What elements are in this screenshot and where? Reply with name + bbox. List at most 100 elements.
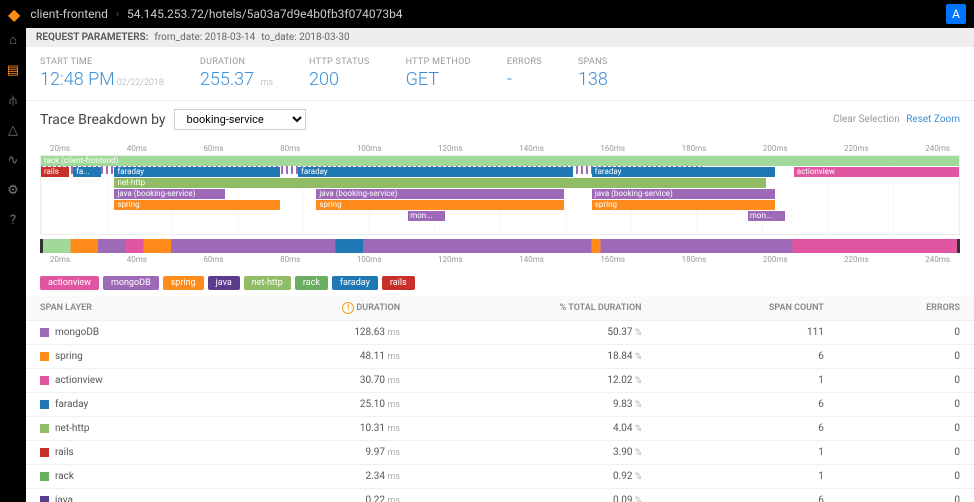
metric-spans: SPANS 138 xyxy=(578,57,608,90)
tick: 40ms xyxy=(127,144,147,153)
table-row[interactable]: faraday25.10 ms9.83 %60 xyxy=(26,393,974,417)
tag-faraday[interactable]: faraday xyxy=(332,276,378,290)
tick: 160ms xyxy=(600,144,625,153)
metric-duration: DURATION 255.37 ms xyxy=(200,57,273,90)
tag-actionview[interactable]: actionview xyxy=(40,276,99,290)
span-mon[interactable]: mon... xyxy=(408,211,445,221)
span-faraday[interactable]: faraday xyxy=(114,167,279,177)
span-layer-table: SPAN LAYER! DURATION% TOTAL DURATIONSPAN… xyxy=(26,296,974,502)
tick: 40ms xyxy=(127,255,147,264)
breakdown-select[interactable]: booking-service xyxy=(174,109,306,130)
tick: 180ms xyxy=(682,144,707,153)
table-row[interactable]: actionview30.70 ms12.02 %10 xyxy=(26,369,974,393)
trace-chart: 20ms 40ms 60ms 80ms 100ms 120ms 140ms 160ms 180m… xyxy=(26,138,974,270)
clear-selection[interactable]: Clear Selection xyxy=(833,114,900,125)
breadcrumb-app[interactable]: client-frontend xyxy=(30,7,108,21)
pulse-icon[interactable]: ∿ xyxy=(5,152,21,168)
span-fa[interactable]: fa... xyxy=(73,167,101,177)
alert-icon[interactable]: △ xyxy=(5,122,21,138)
request-params: REQUEST PARAMETERS: from_date: 2018-03-1… xyxy=(26,28,974,47)
chevron-right-icon: › xyxy=(116,9,119,20)
sidebar: ⌂ ▤ ⫛ △ ∿ ⚙ ? xyxy=(0,28,26,502)
tick: 220ms xyxy=(844,255,869,264)
tick: 20ms xyxy=(50,255,70,264)
span-nethttp[interactable]: net-http xyxy=(114,178,766,188)
main-content: REQUEST PARAMETERS: from_date: 2018-03-1… xyxy=(26,28,974,502)
span-actionview[interactable]: actionview xyxy=(794,167,959,177)
tick: 140ms xyxy=(519,255,544,264)
param-from: from_date: 2018-03-14 xyxy=(154,32,255,43)
table-row[interactable]: spring48.11 ms18.84 %60 xyxy=(26,345,974,369)
params-label: REQUEST PARAMETERS: xyxy=(36,32,148,43)
table-row[interactable]: rack2.34 ms0.92 %10 xyxy=(26,465,974,489)
span-java[interactable]: java (booking-service) xyxy=(592,189,776,199)
tick: 200ms xyxy=(763,144,788,153)
reset-zoom[interactable]: Reset Zoom xyxy=(906,114,960,125)
tag-java[interactable]: java xyxy=(208,276,240,290)
tag-mongoDB[interactable]: mongoDB xyxy=(103,276,159,290)
tick: 180ms xyxy=(682,255,707,264)
tag-rails[interactable]: rails xyxy=(382,276,415,290)
tick: 80ms xyxy=(280,255,300,264)
metric-start-time: START TIME 12:48 PM02/22/2018 xyxy=(40,57,164,90)
span-spring[interactable]: spring xyxy=(592,200,776,210)
span-spring[interactable]: spring xyxy=(114,200,279,210)
span-density-bar[interactable] xyxy=(40,239,960,253)
span-faraday[interactable]: faraday xyxy=(592,167,776,177)
breakdown-header: Trace Breakdown by booking-service Clear… xyxy=(26,101,974,138)
gantt-chart[interactable]: rack (client-frontend) rails fa... farad… xyxy=(40,155,960,235)
metric-errors: ERRORS - xyxy=(507,57,542,90)
breakdown-title: Trace Breakdown by xyxy=(40,112,166,128)
span-rack[interactable]: rack (client-frontend) xyxy=(41,156,959,166)
metrics-row: START TIME 12:48 PM02/22/2018 DURATION 2… xyxy=(26,47,974,101)
breadcrumb: client-frontend › 54.145.253.72/hotels/5… xyxy=(30,7,402,21)
tick: 200ms xyxy=(763,255,788,264)
table-row[interactable]: rails9.97 ms3.90 %10 xyxy=(26,441,974,465)
param-to: to_date: 2018-03-30 xyxy=(261,32,349,43)
branch-icon[interactable]: ⫛ xyxy=(5,92,21,108)
tick: 120ms xyxy=(438,255,463,264)
tick: 120ms xyxy=(438,144,463,153)
span-spring[interactable]: spring xyxy=(316,200,564,210)
metric-method: HTTP METHOD GET xyxy=(406,57,471,90)
help-icon[interactable]: ? xyxy=(5,212,21,228)
tick: 60ms xyxy=(203,255,223,264)
tick: 100ms xyxy=(357,255,382,264)
tick: 240ms xyxy=(925,144,950,153)
gear-icon[interactable]: ⚙ xyxy=(5,182,21,198)
tick: 20ms xyxy=(50,144,70,153)
tick: 140ms xyxy=(519,144,544,153)
span-java[interactable]: java (booking-service) xyxy=(316,189,564,199)
table-row[interactable]: mongoDB128.63 ms50.37 %1110 xyxy=(26,321,974,345)
col-header[interactable]: ! DURATION xyxy=(225,296,414,321)
span-java[interactable]: java (booking-service) xyxy=(114,189,224,199)
time-ticks-top: 20ms 40ms 60ms 80ms 100ms 120ms 140ms 160ms 180m… xyxy=(40,144,960,155)
layer-tags: actionview mongoDB spring java net-http rackf… xyxy=(26,270,974,296)
traces-icon[interactable]: ▤ xyxy=(5,62,21,78)
breadcrumb-path: 54.145.253.72/hotels/5a03a7d9e4b0fb3f074… xyxy=(127,7,403,21)
tag-rack[interactable]: rack xyxy=(295,276,328,290)
table-row[interactable]: java0.22 ms0.09 %60 xyxy=(26,489,974,502)
tick: 160ms xyxy=(600,255,625,264)
span-rails[interactable]: rails xyxy=(41,167,69,177)
tag-spring[interactable]: spring xyxy=(163,276,204,290)
tick: 60ms xyxy=(203,144,223,153)
tick: 240ms xyxy=(925,255,950,264)
time-ticks-bottom: 20ms 40ms 60ms 80ms 100ms 120ms 140ms 160ms 180m… xyxy=(40,255,960,266)
logo-icon: ◆ xyxy=(8,5,20,24)
table-row[interactable]: net-http10.31 ms4.04 %60 xyxy=(26,417,974,441)
topbar: ◆ client-frontend › 54.145.253.72/hotels… xyxy=(0,0,974,28)
col-header[interactable]: SPAN COUNT xyxy=(656,296,838,321)
tick: 220ms xyxy=(844,144,869,153)
span-mon[interactable]: mon... xyxy=(748,211,785,221)
tag-net-http[interactable]: net-http xyxy=(244,276,291,290)
tick: 80ms xyxy=(280,144,300,153)
tick: 100ms xyxy=(357,144,382,153)
metric-status: HTTP STATUS 200 xyxy=(309,57,370,90)
user-avatar[interactable]: A xyxy=(946,4,966,24)
col-header[interactable]: SPAN LAYER xyxy=(26,296,225,321)
home-icon[interactable]: ⌂ xyxy=(5,32,21,48)
span-faraday[interactable]: faraday xyxy=(298,167,573,177)
col-header[interactable]: ERRORS xyxy=(838,296,974,321)
col-header[interactable]: % TOTAL DURATION xyxy=(414,296,655,321)
